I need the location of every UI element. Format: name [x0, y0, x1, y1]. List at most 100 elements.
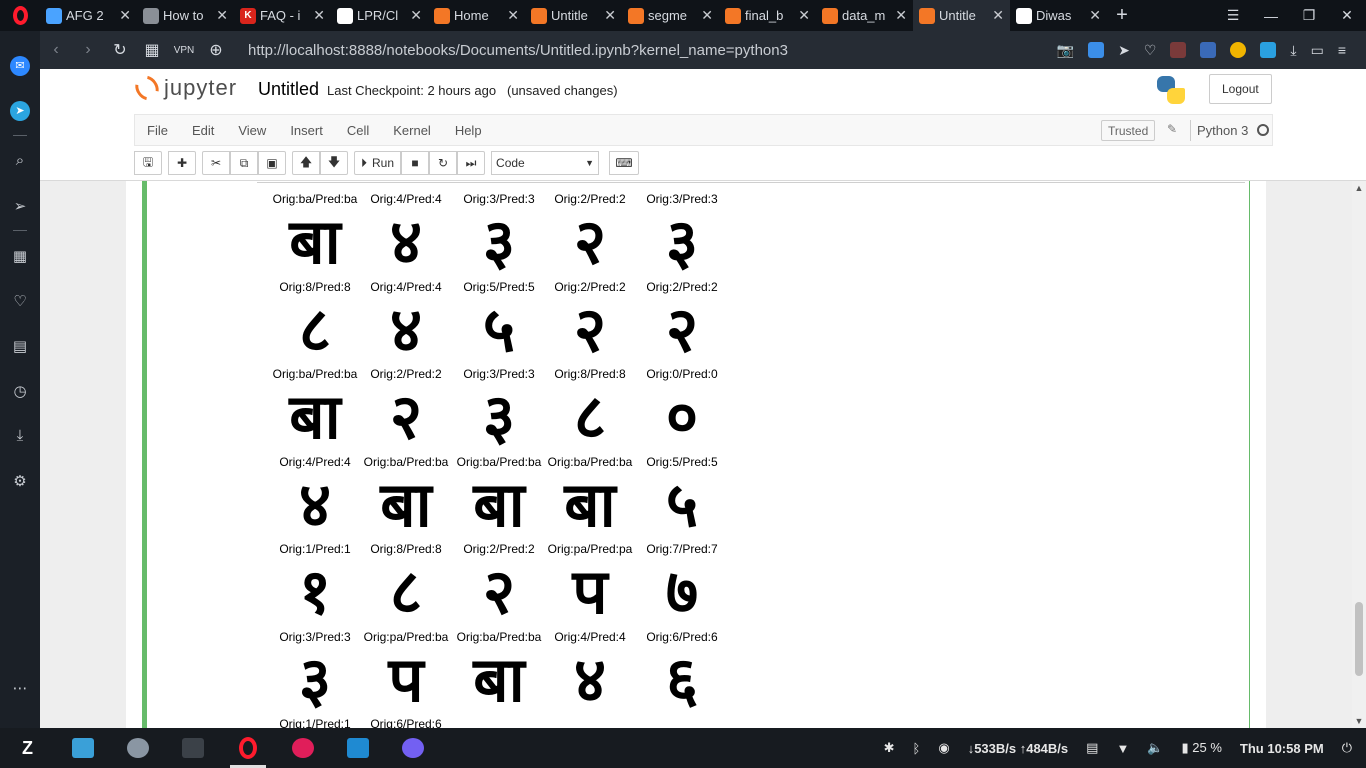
news-icon[interactable]: ▤ — [0, 323, 40, 368]
close-tab-icon[interactable]: ✕ — [798, 7, 810, 24]
menu-edit[interactable]: Edit — [180, 123, 226, 138]
kernel-name[interactable]: Python 3 — [1190, 120, 1248, 141]
logout-button[interactable]: Logout — [1209, 74, 1272, 104]
history-clock-icon[interactable]: ◷ — [0, 368, 40, 413]
extension-icon[interactable] — [1260, 42, 1277, 58]
messenger-icon[interactable]: ✉ — [0, 43, 40, 88]
close-tab-icon[interactable]: ✕ — [216, 7, 228, 24]
speed-dial-icon[interactable]: ▦ — [136, 40, 168, 60]
cut-icon[interactable]: ✂ — [202, 151, 230, 175]
files-icon[interactable] — [55, 728, 110, 768]
opera-taskbar-icon[interactable] — [220, 728, 275, 768]
save-icon[interactable]: 🖫 — [134, 151, 162, 175]
bookmark-heart-icon[interactable]: ♡ — [1144, 42, 1157, 59]
slack-tray-icon[interactable]: ✱ — [884, 740, 895, 756]
downloads-icon[interactable]: ⤓ — [0, 413, 40, 458]
clipboard-icon[interactable]: ▤ — [1086, 740, 1098, 756]
menu-help[interactable]: Help — [443, 123, 494, 138]
close-tab-icon[interactable]: ✕ — [992, 7, 1004, 24]
volume-icon[interactable]: 🔈 — [1147, 740, 1163, 756]
slack-icon[interactable] — [275, 728, 330, 768]
more-icon[interactable]: ⋯ — [0, 665, 40, 710]
command-palette-keyboard-icon[interactable]: ⌨ — [609, 151, 640, 175]
back-icon[interactable]: ‹ — [40, 41, 72, 59]
send-icon[interactable]: ➤ — [1118, 42, 1130, 59]
telegram-icon[interactable]: ➤ — [0, 88, 40, 133]
move-down-icon[interactable]: 🡇 — [320, 151, 348, 175]
page-scrollbar[interactable]: ▲ ▼ — [1352, 181, 1366, 728]
power-icon[interactable]: ⏻ — [1342, 740, 1352, 756]
close-tab-icon[interactable]: ✕ — [507, 7, 519, 24]
settings-icon[interactable] — [110, 728, 165, 768]
vpn-icon[interactable]: VPN — [168, 45, 200, 56]
viber-icon[interactable] — [385, 728, 440, 768]
copy-icon[interactable]: ⧉ — [230, 151, 258, 175]
settings-gear-icon[interactable]: ⚙ — [0, 458, 40, 503]
extension-icon[interactable] — [1170, 42, 1187, 58]
browser-tab[interactable]: data_m ✕ — [816, 0, 913, 31]
zorin-menu-icon[interactable]: Z — [0, 728, 55, 768]
send-icon[interactable]: ➢ — [0, 183, 40, 228]
trusted-indicator[interactable]: Trusted — [1101, 120, 1156, 141]
bookmarks-heart-icon[interactable]: ♡ — [0, 278, 40, 323]
easy-setup-icon[interactable]: ≡ — [1338, 42, 1346, 58]
browser-tab[interactable]: final_b ✕ — [719, 0, 816, 31]
menu-file[interactable]: File — [135, 123, 180, 138]
browser-tab[interactable]: Untitle ✕ — [913, 0, 1010, 31]
close-tab-icon[interactable]: ✕ — [701, 7, 713, 24]
bluetooth-icon[interactable]: ᛒ — [913, 741, 921, 756]
browser-tab[interactable]: Untitle ✕ — [525, 0, 622, 31]
close-tab-icon[interactable]: ✕ — [410, 7, 422, 24]
viber-tray-icon[interactable]: ◉ — [938, 740, 949, 756]
scrollbar-thumb[interactable] — [1355, 602, 1363, 676]
search-icon[interactable]: ⌕ — [0, 138, 40, 183]
close-tab-icon[interactable]: ✕ — [313, 7, 325, 24]
menu-insert[interactable]: Insert — [278, 123, 335, 138]
adblock-icon[interactable] — [1088, 42, 1105, 58]
minimize-icon[interactable]: — — [1252, 8, 1290, 24]
speed-dial-icon[interactable]: ▦ — [0, 233, 40, 278]
close-tab-icon[interactable]: ✕ — [604, 7, 616, 24]
new-tab-button[interactable]: + — [1107, 4, 1137, 27]
cell-type-select[interactable]: Code ▼ — [491, 151, 600, 175]
vscode-icon[interactable] — [330, 728, 385, 768]
reload-icon[interactable]: ↻ — [104, 40, 136, 60]
notebook-name[interactable]: Untitled — [258, 79, 319, 100]
menu-kernel[interactable]: Kernel — [381, 123, 443, 138]
menu-cell[interactable]: Cell — [335, 123, 381, 138]
snapshot-icon[interactable]: 📷 — [1057, 42, 1074, 59]
paste-icon[interactable]: ▣ — [258, 151, 286, 175]
browser-tab[interactable]: Home ✕ — [428, 0, 525, 31]
clock[interactable]: Thu 10:58 PM — [1240, 741, 1324, 756]
browser-tab[interactable]: segme ✕ — [622, 0, 719, 31]
terminal-icon[interactable] — [165, 728, 220, 768]
maximize-icon[interactable]: ❐ — [1290, 7, 1328, 24]
browser-tab[interactable]: How to ✕ — [137, 0, 234, 31]
run-button[interactable]: ⏵ Run — [354, 151, 402, 175]
site-info-icon[interactable]: ⊕ — [200, 40, 232, 60]
tab-menu-icon[interactable]: ☰ — [1214, 7, 1252, 24]
battery-saver-icon[interactable]: ▭ — [1311, 42, 1324, 59]
downloads-icon[interactable]: ⤓ — [1290, 42, 1296, 59]
menu-view[interactable]: View — [226, 123, 278, 138]
scroll-up-icon[interactable]: ▲ — [1352, 183, 1366, 193]
wifi-icon[interactable]: ▼ — [1116, 741, 1129, 756]
close-tab-icon[interactable]: ✕ — [895, 7, 907, 24]
insert-cell-below-icon[interactable]: ✚ — [168, 151, 196, 175]
jupyter-logo[interactable]: jupyter — [130, 71, 237, 105]
url-field[interactable]: http://localhost:8888/notebooks/Document… — [248, 42, 788, 59]
browser-tab[interactable]: K FAQ - i ✕ — [234, 0, 331, 31]
close-tab-icon[interactable]: ✕ — [119, 7, 131, 24]
close-window-icon[interactable]: ✕ — [1328, 7, 1366, 24]
scroll-down-icon[interactable]: ▼ — [1352, 716, 1366, 726]
forward-icon[interactable]: › — [72, 41, 104, 59]
restart-run-all-icon[interactable]: ⏭ — [457, 151, 486, 175]
battery-status[interactable]: ▮ 25 % — [1182, 740, 1222, 756]
restart-icon[interactable]: ↻ — [429, 151, 458, 175]
browser-tab[interactable]: AFG 2 ✕ — [40, 0, 137, 31]
browser-tab[interactable]: LPR/Cl ✕ — [331, 0, 428, 31]
move-up-icon[interactable]: 🡅 — [292, 151, 320, 175]
browser-tab[interactable]: Diwas ✕ — [1010, 0, 1107, 31]
extension-icon[interactable] — [1200, 42, 1217, 58]
chrome-extension-icon[interactable] — [1230, 42, 1247, 58]
